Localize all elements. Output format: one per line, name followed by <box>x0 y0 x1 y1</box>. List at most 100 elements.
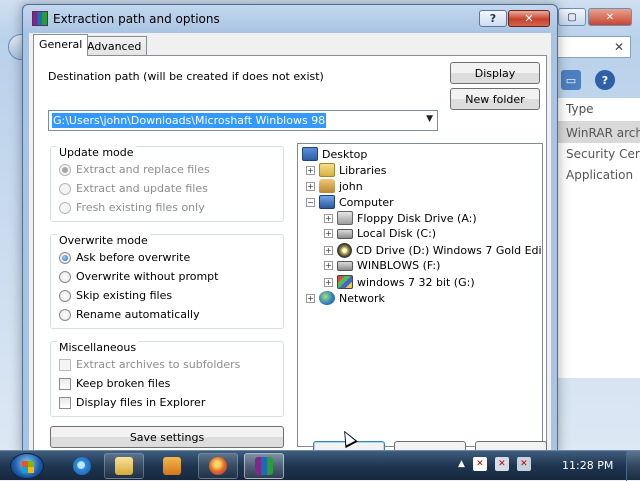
close-title-button[interactable]: ✕ <box>508 10 550 27</box>
general-tab-panel: Destination path (will be created if doe… <box>33 55 547 455</box>
list-item[interactable]: WinRAR arch <box>556 122 640 143</box>
firefox-icon <box>209 457 227 475</box>
checkbox-keep-broken-files[interactable]: Keep broken files <box>59 377 170 390</box>
collapse-icon[interactable]: − <box>306 197 315 207</box>
tree-node-desktop[interactable]: Desktop <box>302 147 367 161</box>
destination-path-label: Destination path (will be created if doe… <box>48 70 324 83</box>
computer-icon <box>319 195 335 209</box>
windows-drive-icon <box>337 275 353 289</box>
tree-node-label: windows 7 32 bit (G:) <box>357 275 475 289</box>
display-button[interactable]: Display <box>450 62 540 84</box>
tree-node-label: Network <box>339 291 385 305</box>
expand-icon[interactable]: + <box>324 246 333 255</box>
tree-node-label: CD Drive (D:) Windows 7 Gold Edition <box>356 244 543 257</box>
option-label: Fresh existing files only <box>76 201 205 214</box>
expand-icon[interactable]: + <box>306 293 315 303</box>
expand-icon[interactable]: + <box>306 165 315 175</box>
checkbox-display-in-explorer[interactable]: Display files in Explorer <box>59 396 205 409</box>
taskbar-internet-explorer[interactable] <box>62 453 102 479</box>
expand-icon[interactable]: + <box>324 277 333 287</box>
radio-skip-existing[interactable]: Skip existing files <box>59 289 172 302</box>
action-center-icon[interactable]: ✕ <box>472 457 487 471</box>
option-label: Extract archives to subfolders <box>76 358 241 371</box>
radio-icon <box>59 251 71 264</box>
network-status-icon[interactable]: ✕ <box>494 457 509 471</box>
tree-node-network[interactable]: + Network <box>306 291 385 305</box>
radio-extract-replace[interactable]: Extract and replace files <box>59 163 210 176</box>
chevron-down-icon[interactable]: ▼ <box>426 114 433 124</box>
radio-ask-before-overwrite[interactable]: Ask before overwrite <box>59 251 190 264</box>
address-bar[interactable]: ✕ <box>555 36 631 58</box>
tree-node-libraries[interactable]: + Libraries <box>306 163 387 177</box>
radio-extract-update[interactable]: Extract and update files <box>59 182 208 195</box>
volume-muted-icon[interactable]: ✕ <box>516 457 531 471</box>
list-item[interactable]: Security Cer <box>556 143 640 164</box>
dialog-client: General Advanced Destination path (will … <box>29 33 551 457</box>
start-button[interactable] <box>10 453 44 479</box>
checkbox-extract-to-subfolders[interactable]: Extract archives to subfolders <box>59 358 240 371</box>
expand-icon[interactable]: + <box>324 261 333 270</box>
option-label: Extract and update files <box>76 182 208 195</box>
tree-node-computer[interactable]: − Computer <box>306 195 394 209</box>
type-column-header[interactable]: Type <box>556 98 640 122</box>
list-item[interactable]: Application <box>556 164 640 185</box>
taskbar-media-player[interactable] <box>152 453 192 479</box>
option-label: Extract and replace files <box>76 163 210 176</box>
maximize-icon[interactable]: ▢ <box>558 8 586 26</box>
wizard-icon[interactable]: ▭ <box>561 70 581 90</box>
background-file-list: Type WinRAR arch Security Cer Applicatio… <box>555 98 640 378</box>
show-desktop-button[interactable] <box>626 451 640 481</box>
expand-icon[interactable]: + <box>324 229 333 238</box>
taskbar: ▲ ✕ ✕ ✕ 11:28 PM <box>0 450 640 481</box>
help-title-button[interactable]: ? <box>479 10 507 27</box>
dialog-titlebar[interactable]: Extraction path and options ? ✕ <box>23 5 557 33</box>
radio-icon <box>59 182 71 195</box>
taskbar-windows-explorer[interactable] <box>104 453 144 479</box>
checkbox-icon <box>59 396 71 409</box>
update-mode-group: Update mode Extract and replace files Ex… <box>50 146 284 222</box>
floppy-drive-icon <box>337 211 353 225</box>
windows-explorer-icon <box>115 457 133 475</box>
network-icon <box>319 291 335 305</box>
tree-node-label: john <box>339 179 363 193</box>
taskbar-clock[interactable]: 11:28 PM <box>562 459 613 472</box>
dialog-title: Extraction path and options <box>53 12 220 26</box>
media-player-icon <box>163 457 181 475</box>
tree-node-windows7-drive[interactable]: + windows 7 32 bit (G:) <box>324 275 475 289</box>
overwrite-mode-group: Overwrite mode Ask before overwrite Over… <box>50 234 284 329</box>
tree-node-local-disk[interactable]: + Local Disk (C:) <box>324 227 436 240</box>
option-label: Overwrite without prompt <box>76 270 219 283</box>
expand-icon[interactable]: + <box>306 181 315 191</box>
tree-node-label: WINBLOWS (F:) <box>357 259 441 272</box>
folder-tree[interactable]: Desktop + Libraries + john − Computer + … <box>297 143 543 447</box>
new-folder-button[interactable]: New folder <box>450 88 540 110</box>
radio-rename-automatically[interactable]: Rename automatically <box>59 308 200 321</box>
help-icon[interactable]: ? <box>595 70 615 90</box>
tree-node-winblows[interactable]: + WINBLOWS (F:) <box>324 259 440 272</box>
windows-logo-icon <box>22 461 34 473</box>
close-icon[interactable]: ✕ <box>588 8 632 26</box>
tab-general[interactable]: General <box>33 34 89 56</box>
show-hidden-icons-icon[interactable]: ▲ <box>458 459 465 469</box>
tree-node-label: Floppy Disk Drive (A:) <box>357 211 477 225</box>
radio-overwrite-without-prompt[interactable]: Overwrite without prompt <box>59 270 218 283</box>
option-label: Ask before overwrite <box>76 251 191 264</box>
expand-icon[interactable]: + <box>324 213 333 223</box>
tree-node-label: Desktop <box>322 147 368 161</box>
destination-path-combobox[interactable]: G:\Users\john\Downloads\Microshaft Winbl… <box>48 110 438 131</box>
option-label: Rename automatically <box>76 308 200 321</box>
tree-node-john[interactable]: + john <box>306 179 363 193</box>
save-settings-button[interactable]: Save settings <box>50 426 284 448</box>
update-mode-title: Update mode <box>57 146 136 159</box>
hard-disk-icon <box>337 228 353 239</box>
taskbar-winrar[interactable] <box>244 453 284 479</box>
tree-node-floppy[interactable]: + Floppy Disk Drive (A:) <box>324 211 477 225</box>
tab-advanced[interactable]: Advanced <box>81 36 148 56</box>
taskbar-firefox[interactable] <box>198 453 238 479</box>
background-toolbar: ▭ ? <box>555 66 635 94</box>
tree-node-cd-drive[interactable]: + CD Drive (D:) Windows 7 Gold Edition <box>324 243 543 258</box>
checkbox-icon <box>59 358 71 371</box>
tree-node-label: Local Disk (C:) <box>357 227 437 240</box>
desktop-icon <box>302 147 318 161</box>
radio-fresh-existing[interactable]: Fresh existing files only <box>59 201 205 214</box>
